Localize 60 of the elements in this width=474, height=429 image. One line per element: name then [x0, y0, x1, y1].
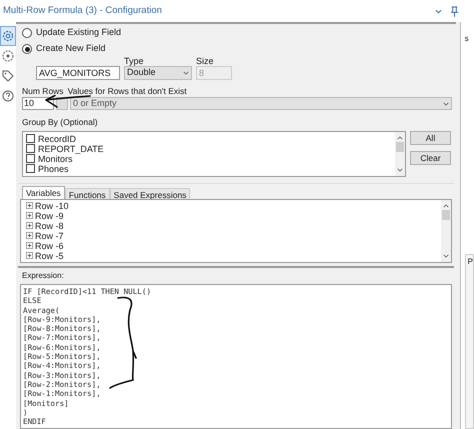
tree-item[interactable]: Row -5	[35, 250, 64, 260]
checkbox[interactable]	[26, 144, 35, 153]
type-label: Type	[124, 56, 145, 66]
checkbox[interactable]	[26, 164, 35, 173]
size-label: Size	[196, 56, 215, 66]
tree-item[interactable]: Row -10	[35, 200, 69, 210]
tree-item[interactable]: Row -9	[35, 210, 64, 220]
tab[interactable]: Functions	[64, 188, 110, 198]
scrollbar[interactable]	[395, 132, 405, 176]
num-rows-label: Num Rows	[22, 86, 64, 96]
scroll-up-icon[interactable]	[397, 134, 403, 140]
field-label: Monitors	[38, 154, 73, 164]
help-icon[interactable]	[2, 90, 14, 102]
scrollbar[interactable]	[441, 200, 451, 262]
arrow-drawing	[45, 95, 91, 108]
expand-icon[interactable]	[26, 252, 33, 259]
expression-editor[interactable]	[20, 284, 452, 429]
expand-icon[interactable]	[26, 212, 33, 219]
radio-label: Create New Field	[36, 42, 106, 56]
radio-button[interactable]	[22, 44, 32, 54]
group-by-label: Group By (Optional)	[22, 117, 98, 127]
panel-text: s	[464, 34, 469, 44]
tree-item[interactable]: Row -7	[35, 230, 64, 240]
field-label: RecordID	[38, 134, 76, 144]
missing-rows-label: Values for Rows that don't Exist	[68, 86, 187, 96]
tag-icon[interactable]	[2, 70, 14, 82]
scroll-down-icon[interactable]	[397, 166, 403, 172]
radio-label: Update Existing Field	[36, 26, 122, 40]
pin-icon[interactable]	[450, 6, 459, 16]
missing-rows-dropdown[interactable]: 0 or Empty	[70, 97, 452, 110]
scroll-down-icon[interactable]	[443, 252, 449, 258]
list-button[interactable]: Clear	[410, 150, 451, 164]
chevron-down-icon[interactable]	[443, 100, 449, 106]
expand-icon[interactable]	[26, 242, 33, 249]
expand-icon[interactable]	[26, 222, 33, 229]
tree-item[interactable]: Row -8	[35, 220, 64, 230]
expand-icon[interactable]	[26, 232, 33, 239]
field-label: Phones	[38, 164, 69, 174]
type-dropdown[interactable]: Double	[124, 66, 192, 80]
tab[interactable]: Saved Expressions	[110, 188, 190, 198]
tab[interactable]: Variables	[22, 186, 65, 198]
panel-text: P	[468, 257, 473, 266]
expression-label: Expression:	[22, 270, 64, 280]
scroll-thumb[interactable]	[396, 142, 404, 152]
field-name-input[interactable]: AVG_MONITORS	[36, 66, 120, 80]
checkbox[interactable]	[26, 134, 35, 143]
field-label: REPORT_DATE	[38, 144, 104, 154]
window-title: Multi-Row Formula (3) - Configuration	[3, 4, 162, 18]
scroll-up-icon[interactable]	[443, 202, 449, 208]
target-icon[interactable]	[2, 50, 14, 62]
chevron-down-icon[interactable]	[183, 70, 189, 76]
chevron-down-icon[interactable]	[435, 8, 442, 14]
list-button[interactable]: All	[410, 130, 451, 144]
checkbox[interactable]	[26, 154, 35, 163]
expand-icon[interactable]	[26, 202, 33, 209]
gear-icon[interactable]	[2, 30, 14, 42]
radio-button[interactable]	[22, 28, 32, 38]
num-rows-input[interactable]: 10	[22, 97, 54, 110]
scroll-thumb[interactable]	[442, 210, 450, 220]
tree-item[interactable]: Row -6	[35, 240, 64, 250]
